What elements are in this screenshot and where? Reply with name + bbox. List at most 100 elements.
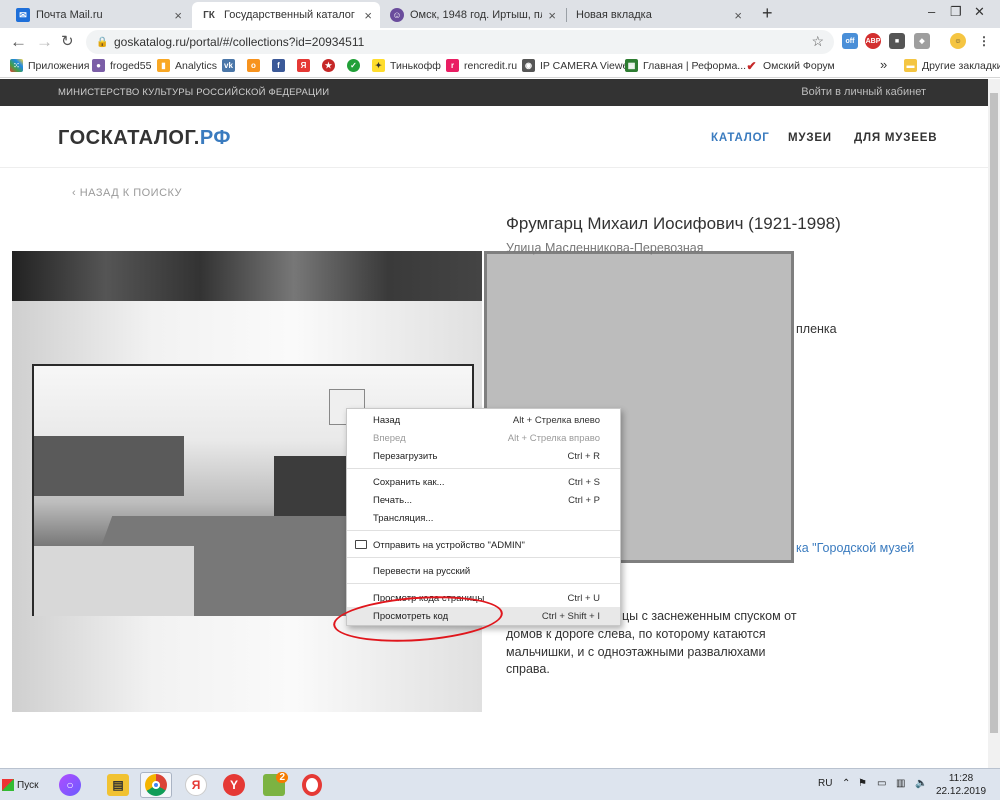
site-logo[interactable]: ГОСКАТАЛОГ.РФ — [58, 127, 231, 150]
login-link[interactable]: Войти в личный кабинет — [801, 86, 926, 98]
avatar-icon[interactable]: ☺ — [950, 33, 966, 49]
language-indicator[interactable]: RU — [818, 778, 832, 789]
bookmark-rencredit[interactable]: r rencredit.ru — [446, 59, 517, 72]
chevron-left-icon: ‹ — [72, 187, 80, 199]
user-icon: ● — [92, 59, 105, 72]
minimize-icon[interactable]: – — [928, 4, 935, 19]
page-scrollbar[interactable] — [988, 79, 1000, 768]
address-bar[interactable]: 🔒 goskatalog.ru/portal/#/collections?id=… — [86, 30, 834, 54]
menu-separator — [347, 557, 620, 558]
restore-icon[interactable]: ❐ — [950, 4, 962, 20]
back-to-search-link[interactable]: ‹ НАЗАД К ПОИСКУ — [72, 187, 182, 199]
bookmark-apps[interactable]: ⁙ Приложения — [10, 59, 89, 72]
close-icon[interactable]: × — [548, 8, 556, 23]
lock-icon: 🔒 — [96, 37, 109, 48]
photo-snow-slope — [34, 546, 194, 616]
game-icon[interactable]: 2 — [258, 772, 290, 798]
ministry-label: МИНИСТЕРСТВО КУЛЬТУРЫ РОССИЙСКОЙ ФЕДЕРАЦ… — [58, 87, 330, 98]
tab-separator — [566, 8, 567, 22]
tab-new[interactable]: Новая вкладка × — [568, 2, 750, 28]
bookmark-vk[interactable]: vk — [222, 59, 240, 72]
url-text: goskatalog.ru/portal/#/collections?id=20… — [114, 35, 365, 49]
tinkoff-icon: ✦ — [372, 59, 385, 72]
item-description-line: справа. — [506, 662, 550, 676]
start-button[interactable]: Пуск — [2, 774, 42, 796]
menu-item-back[interactable]: Назад Alt + Стрелка влево — [347, 411, 620, 429]
bookmarks-bar: ⁙ Приложения ● froged55 ▮ Analytics vk о f … — [0, 56, 1000, 78]
apps-grid-icon: ⁙ — [10, 59, 23, 72]
file-manager-icon[interactable]: ▤ — [102, 772, 134, 798]
tab-title: Государственный каталог Музейн — [224, 9, 358, 21]
forum-check-icon: ✔ — [746, 58, 757, 73]
tab-title: Почта Mail.ru — [36, 9, 103, 21]
item-description-line: домов к дороге слева, по которому катают… — [506, 627, 766, 641]
bookmark-ipcamera[interactable]: ◉ IP CAMERA Viewer — [522, 59, 632, 72]
forward-arrow-icon[interactable]: → — [36, 32, 53, 52]
bookmark-sber[interactable]: ✓ — [347, 59, 365, 72]
nav-museums[interactable]: МУЗЕИ — [788, 132, 832, 144]
tab-title: Новая вкладка — [576, 9, 652, 21]
sberbank-icon: ✓ — [347, 59, 360, 72]
bookmarks-overflow[interactable]: » — [880, 57, 887, 72]
menu-dots-icon[interactable]: ⋮ — [976, 33, 992, 49]
back-arrow-icon[interactable]: ← — [10, 32, 27, 52]
flag-icon[interactable]: ⚑ — [858, 778, 867, 789]
bookmark-tinkoff[interactable]: ✦ Тинькофф — [372, 59, 441, 72]
gk-icon: ГК — [203, 9, 215, 21]
menu-item-save-as[interactable]: Сохранить как... Ctrl + S — [347, 473, 620, 491]
monitor-icon[interactable]: ▭ — [877, 778, 886, 789]
item-museum-link[interactable]: ка "Городской музей — [796, 541, 914, 555]
tab-omsk[interactable]: ☺ Омск, 1948 год. Иртыш, пляж на × — [382, 2, 564, 28]
close-icon[interactable]: × — [734, 8, 742, 23]
scrollbar-thumb[interactable] — [990, 93, 998, 733]
bookmark-star[interactable]: ★ — [322, 59, 340, 72]
star-badge-icon: ★ — [322, 59, 335, 72]
close-icon[interactable]: × — [364, 8, 372, 23]
translate-off-icon[interactable]: off — [842, 33, 858, 49]
chrome-icon[interactable] — [140, 772, 172, 798]
yandex-icon[interactable]: Y — [218, 772, 250, 798]
system-clock[interactable]: 11:28 22.12.2019 — [936, 772, 986, 798]
bookmark-yandex[interactable]: Я — [297, 59, 315, 72]
adblock-plus-icon[interactable]: ABP — [865, 33, 881, 49]
site-header: ГОСКАТАЛОГ.РФ КАТАЛОГ МУЗЕИ ДЛЯ МУЗЕЕВ — [0, 106, 988, 168]
photo-houses-right — [274, 456, 354, 516]
new-tab-button[interactable]: + — [762, 3, 773, 24]
opera-icon[interactable] — [296, 772, 328, 798]
close-icon[interactable]: × — [174, 8, 182, 23]
game-badge: 2 — [276, 772, 288, 783]
tab-mail[interactable]: ✉ Почта Mail.ru × — [8, 2, 190, 28]
bookmark-other[interactable]: ▬ Другие закладки — [904, 59, 1000, 72]
menu-separator — [347, 530, 620, 531]
menu-item-print[interactable]: Печать... Ctrl + P — [347, 491, 620, 509]
user-avatar-icon: ☺ — [390, 8, 404, 22]
rencredit-icon: r — [446, 59, 459, 72]
tray-expand-icon[interactable]: ⌃ — [842, 778, 850, 789]
item-description-line: цы с заснеженным спуском от — [622, 609, 797, 623]
bookmark-facebook[interactable]: f — [272, 59, 290, 72]
camera-icon: ◉ — [522, 59, 535, 72]
menu-separator — [347, 468, 620, 469]
window-close-icon[interactable]: ✕ — [974, 4, 985, 20]
menu-item-cast[interactable]: Трансляция... — [347, 509, 620, 527]
bookmark-ok[interactable]: о — [247, 59, 265, 72]
shield-icon[interactable]: ◆ — [914, 33, 930, 49]
alice-icon[interactable]: ○ — [54, 772, 86, 798]
yandex-browser-icon[interactable]: Я — [180, 772, 212, 798]
reload-icon[interactable]: ↻ — [61, 32, 74, 50]
nav-for-museums[interactable]: ДЛЯ МУЗЕЕВ — [854, 132, 937, 144]
menu-item-reload[interactable]: Перезагрузить Ctrl + R — [347, 447, 620, 465]
record-icon[interactable]: ■ — [889, 33, 905, 49]
network-icon[interactable]: ▥ — [896, 778, 905, 789]
bookmark-reforma[interactable]: ▦ Главная | Реформа... — [625, 59, 746, 72]
bookmark-forum[interactable]: ✔ Омский Форум — [745, 58, 834, 73]
menu-item-forward[interactable]: Вперед Alt + Стрелка вправо — [347, 429, 620, 447]
volume-icon[interactable]: 🔈 — [915, 778, 927, 789]
nav-catalog[interactable]: КАТАЛОГ — [711, 132, 770, 144]
menu-item-send-to-device[interactable]: Отправить на устройство "ADMIN" — [347, 536, 620, 554]
menu-item-translate[interactable]: Перевести на русский — [347, 562, 620, 580]
bookmark-analytics[interactable]: ▮ Analytics — [157, 59, 217, 72]
bookmark-star-icon[interactable]: ☆ — [811, 33, 824, 50]
tab-goskatalog[interactable]: ГК Государственный каталог Музейн × — [192, 2, 380, 28]
bookmark-froged55[interactable]: ● froged55 — [92, 59, 151, 72]
